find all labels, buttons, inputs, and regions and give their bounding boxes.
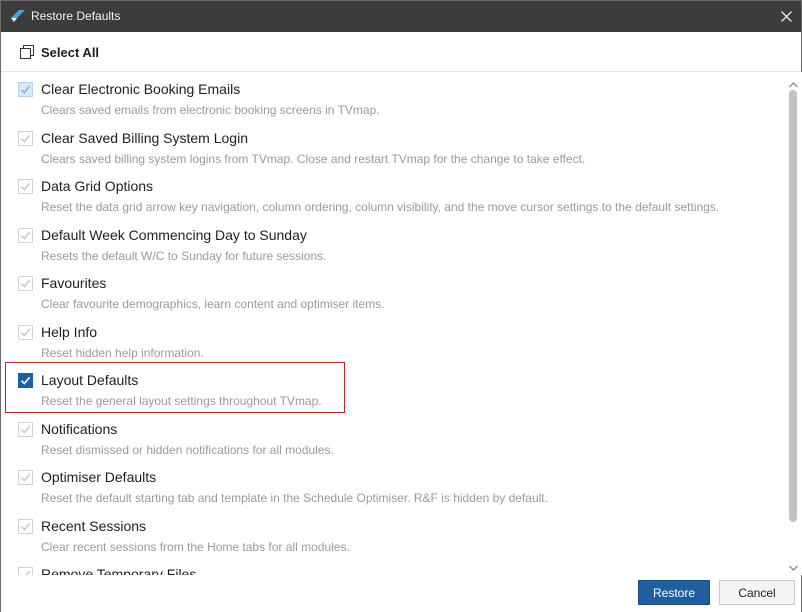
checkmark-icon: [20, 328, 31, 337]
vertical-scrollbar[interactable]: [785, 72, 802, 575]
option-description: Clears saved billing system logins from …: [41, 151, 586, 166]
checkmark-icon: [20, 279, 31, 288]
checkmark-icon: [20, 473, 31, 482]
checkmark-icon: [20, 134, 31, 143]
option-checkbox[interactable]: [18, 179, 33, 194]
scroll-thumb[interactable]: [789, 90, 797, 522]
option-description: Reset dismissed or hidden notifications …: [41, 442, 334, 457]
option-item: Help Info Reset hidden help information.: [1, 316, 785, 364]
option-title: Optimiser Defaults: [41, 469, 157, 485]
option-item: Optimiser Defaults Reset the default star…: [1, 461, 785, 509]
option-item: Default Week Commencing Day to Sunday Res…: [1, 219, 785, 267]
checkmark-icon: [20, 425, 31, 434]
option-description: Reset the default starting tab and templ…: [41, 491, 548, 505]
option-description: Reset hidden help information.: [41, 345, 204, 360]
option-item: Remove Temporary Files: [1, 558, 785, 575]
select-all-label: Select All: [41, 44, 100, 60]
option-title: Remove Temporary Files: [41, 566, 197, 575]
option-item: Favourites Clear favourite demographics, …: [1, 267, 785, 315]
option-title: Data Grid Options: [41, 178, 154, 194]
title-bar: Restore Defaults: [1, 1, 801, 32]
option-title: Clear Electronic Booking Emails: [41, 81, 241, 97]
restore-button[interactable]: Restore: [638, 580, 710, 605]
option-checkbox[interactable]: [18, 276, 33, 291]
window-title: Restore Defaults: [31, 9, 121, 23]
option-item: Recent Sessions Clear recent sessions fro…: [1, 510, 785, 558]
option-item: Clear Saved Billing System Login Clears s…: [1, 122, 785, 170]
option-item: Data Grid Options Reset the data grid arr…: [1, 170, 785, 218]
restore-defaults-dialog: Restore Defaults Select All Clear Electr…: [0, 0, 802, 612]
option-description: Resets the default W/C to Sunday for fut…: [41, 248, 327, 263]
scroll-down-arrow-icon[interactable]: [789, 559, 798, 571]
select-all-icon: [19, 44, 35, 60]
option-checkbox[interactable]: [18, 518, 33, 534]
select-all-button[interactable]: Select All: [19, 43, 99, 61]
option-title: Favourites: [41, 275, 107, 291]
option-checkbox[interactable]: [18, 567, 33, 575]
option-checkbox[interactable]: [18, 421, 33, 437]
checkmark-icon: [20, 522, 31, 531]
option-title: Help Info: [41, 323, 98, 340]
option-checkbox[interactable]: [18, 82, 33, 97]
scroll-up-arrow-icon[interactable]: [789, 76, 798, 88]
option-checkbox[interactable]: [18, 227, 33, 243]
checkmark-icon: [20, 231, 31, 240]
option-description: Clear favourite demographics, learn cont…: [41, 297, 385, 311]
cancel-button[interactable]: Cancel: [719, 580, 795, 605]
option-description: Clear recent sessions from the Home tabs…: [41, 539, 350, 554]
option-item: Clear Electronic Booking Emails Clears sa…: [1, 73, 785, 121]
option-description: Clears saved emails from electronic book…: [41, 103, 380, 117]
option-title: Clear Saved Billing System Login: [41, 129, 248, 146]
tvmap-logo-icon: [10, 9, 26, 23]
dialog-footer: Restore Cancel: [1, 575, 801, 612]
option-title: Default Week Commencing Day to Sunday: [41, 226, 307, 243]
option-item: Notifications Reset dismissed or hidden n…: [1, 413, 785, 461]
option-title: Notifications: [41, 420, 118, 437]
checkmark-icon: [20, 182, 31, 191]
highlight-box: [5, 362, 345, 413]
close-icon: [780, 11, 792, 22]
close-button[interactable]: [771, 1, 801, 32]
option-checkbox[interactable]: [18, 324, 33, 340]
option-description: Reset the data grid arrow key navigation…: [41, 200, 720, 214]
checkmark-icon: [20, 85, 31, 94]
option-title: Recent Sessions: [41, 517, 147, 534]
options-list: Clear Electronic Booking Emails Clears sa…: [1, 72, 785, 575]
option-checkbox[interactable]: [18, 130, 33, 146]
option-checkbox[interactable]: [18, 470, 33, 485]
